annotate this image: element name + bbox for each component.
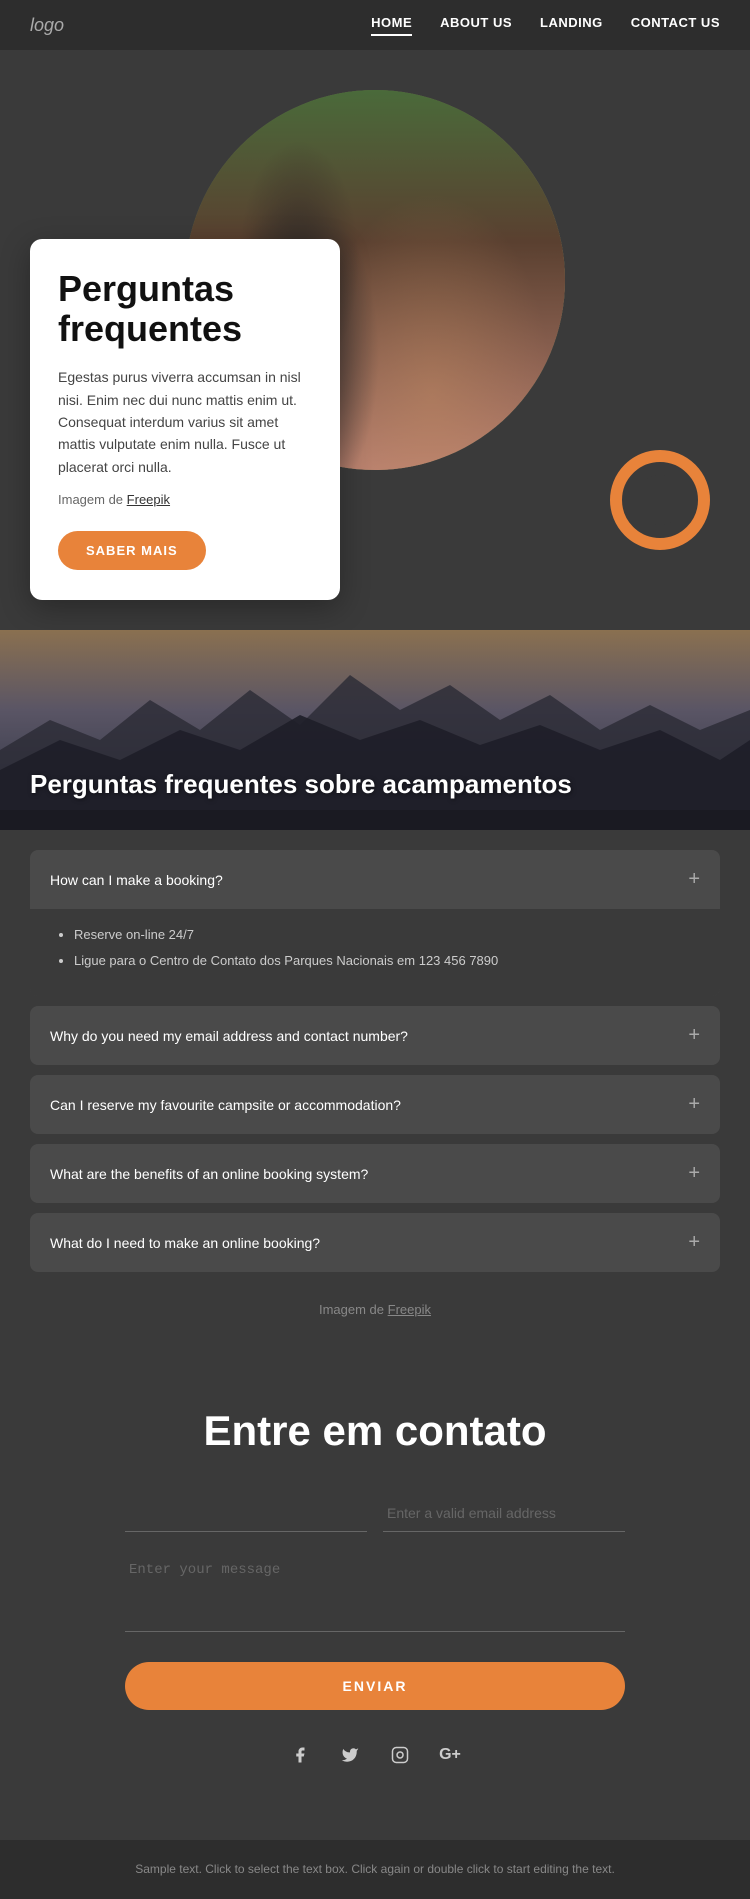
- hero-title: Perguntas frequentes: [58, 269, 312, 348]
- faq-question-4: What are the benefits of an online booki…: [50, 1166, 368, 1182]
- faq-toggle-1[interactable]: +: [688, 868, 700, 891]
- faq-toggle-3[interactable]: +: [688, 1093, 700, 1116]
- faq-item-1: How can I make a booking? + Reserve on-l…: [30, 850, 720, 996]
- nav-landing[interactable]: LANDING: [540, 15, 603, 36]
- faq-toggle-5[interactable]: +: [688, 1231, 700, 1254]
- faq-attribution: Imagem de Freepik: [30, 1282, 720, 1327]
- nav-home[interactable]: HOME: [371, 15, 412, 36]
- faq-answer-1-2: Ligue para o Centro de Contato dos Parqu…: [74, 951, 696, 971]
- mountain-title: Perguntas frequentes sobre acampamentos: [0, 769, 602, 810]
- faq-header-4[interactable]: What are the benefits of an online booki…: [30, 1144, 720, 1203]
- faq-question-1: How can I make a booking?: [50, 872, 223, 888]
- hero-attribution-link[interactable]: Freepik: [127, 492, 170, 507]
- form-name-email-row: [125, 1495, 625, 1532]
- footer: Sample text. Click to select the text bo…: [0, 1840, 750, 1899]
- faq-item-3: Can I reserve my favourite campsite or a…: [30, 1075, 720, 1134]
- decorative-ring: [610, 450, 710, 550]
- navbar: logo HOME ABOUT US LANDING CONTACT US: [0, 0, 750, 50]
- faq-question-2: Why do you need my email address and con…: [50, 1028, 408, 1044]
- faq-header-2[interactable]: Why do you need my email address and con…: [30, 1006, 720, 1065]
- mountain-section: Perguntas frequentes sobre acampamentos: [0, 630, 750, 830]
- faq-attribution-link[interactable]: Freepik: [388, 1302, 431, 1317]
- contact-form: ENVIAR: [125, 1495, 625, 1740]
- social-icons: G+: [30, 1740, 720, 1770]
- nav-about[interactable]: ABOUT US: [440, 15, 512, 36]
- faq-header-3[interactable]: Can I reserve my favourite campsite or a…: [30, 1075, 720, 1134]
- faq-answer-1-1: Reserve on-line 24/7: [74, 925, 696, 945]
- faq-section: How can I make a booking? + Reserve on-l…: [0, 830, 750, 1357]
- hero-cta-button[interactable]: SABER MAIS: [58, 531, 206, 570]
- faq-question-3: Can I reserve my favourite campsite or a…: [50, 1097, 401, 1113]
- decorative-ring-inner: [635, 475, 685, 525]
- submit-button[interactable]: ENVIAR: [125, 1662, 625, 1710]
- instagram-icon[interactable]: [385, 1740, 415, 1770]
- faq-body-1: Reserve on-line 24/7 Ligue para o Centro…: [30, 909, 720, 996]
- faq-header-1[interactable]: How can I make a booking? +: [30, 850, 720, 909]
- nav-contact[interactable]: CONTACT US: [631, 15, 720, 36]
- nav-links: HOME ABOUT US LANDING CONTACT US: [371, 15, 720, 36]
- facebook-icon[interactable]: [285, 1740, 315, 1770]
- hero-attribution: Imagem de Freepik: [58, 490, 312, 511]
- message-input[interactable]: [125, 1552, 625, 1632]
- hero-section: Perguntas frequentes Egestas purus viver…: [0, 50, 750, 630]
- googleplus-icon[interactable]: G+: [435, 1740, 465, 1770]
- email-input[interactable]: [383, 1495, 625, 1532]
- faq-question-5: What do I need to make an online booking…: [50, 1235, 320, 1251]
- contact-title: Entre em contato: [30, 1407, 720, 1455]
- faq-toggle-4[interactable]: +: [688, 1162, 700, 1185]
- twitter-icon[interactable]: [335, 1740, 365, 1770]
- hero-description: Egestas purus viverra accumsan in nisl n…: [58, 366, 312, 478]
- faq-header-5[interactable]: What do I need to make an online booking…: [30, 1213, 720, 1272]
- hero-card: Perguntas frequentes Egestas purus viver…: [30, 239, 340, 600]
- faq-item-5: What do I need to make an online booking…: [30, 1213, 720, 1272]
- name-input[interactable]: [125, 1495, 367, 1532]
- faq-item-2: Why do you need my email address and con…: [30, 1006, 720, 1065]
- faq-item-4: What are the benefits of an online booki…: [30, 1144, 720, 1203]
- nav-logo: logo: [30, 15, 64, 36]
- footer-text: Sample text. Click to select the text bo…: [30, 1860, 720, 1879]
- contact-section: Entre em contato ENVIAR G+: [0, 1357, 750, 1840]
- faq-toggle-2[interactable]: +: [688, 1024, 700, 1047]
